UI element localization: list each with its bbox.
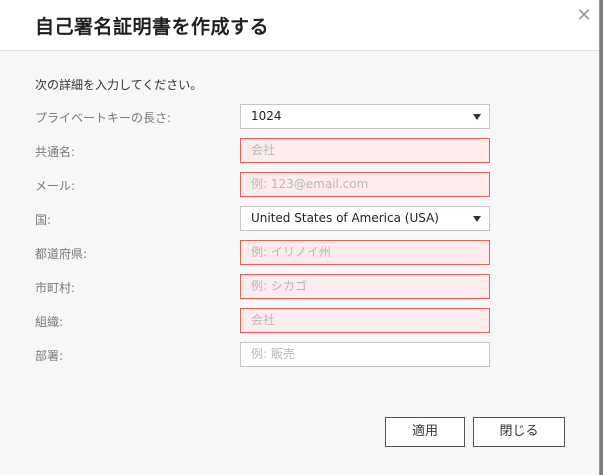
common-name-placeholder: 会社 bbox=[251, 143, 276, 157]
private-key-length-label: プライベートキーの長さ: bbox=[35, 111, 172, 125]
chevron-down-icon bbox=[473, 114, 481, 120]
organization-label: 組織: bbox=[35, 315, 64, 329]
email-input[interactable]: 例: 123@email.com bbox=[240, 172, 490, 197]
state-input[interactable]: 例: イリノイ州 bbox=[240, 240, 490, 265]
state-placeholder: 例: イリノイ州 bbox=[251, 245, 331, 259]
close-icon[interactable]: ✕ bbox=[574, 6, 594, 26]
email-label: メール: bbox=[35, 179, 76, 193]
chevron-down-icon bbox=[473, 216, 481, 222]
city-placeholder: 例: シカゴ bbox=[251, 279, 307, 293]
country-value: United States of America (USA) bbox=[251, 211, 439, 225]
city-input[interactable]: 例: シカゴ bbox=[240, 274, 490, 299]
state-label: 都道府県: bbox=[35, 247, 88, 261]
country-label: 国: bbox=[35, 213, 52, 227]
country-select[interactable]: United States of America (USA) bbox=[240, 206, 490, 231]
apply-button[interactable]: 適用 bbox=[385, 417, 465, 447]
common-name-label: 共通名: bbox=[35, 145, 76, 159]
department-placeholder: 例: 販売 bbox=[251, 347, 295, 361]
private-key-length-select[interactable]: 1024 bbox=[240, 104, 490, 129]
dialog-titlebar: 自己署名証明書を作成する ✕ bbox=[0, 0, 599, 51]
create-self-signed-certificate-dialog: 自己署名証明書を作成する ✕ 次の詳細を入力してください。 プライベートキーの長… bbox=[0, 0, 600, 475]
instruction-text: 次の詳細を入力してください。 bbox=[35, 78, 203, 92]
private-key-length-value: 1024 bbox=[251, 109, 282, 123]
department-label: 部署: bbox=[35, 349, 64, 363]
organization-input[interactable]: 会社 bbox=[240, 308, 490, 333]
dialog-title: 自己署名証明書を作成する bbox=[35, 16, 270, 38]
close-button[interactable]: 閉じる bbox=[473, 417, 565, 447]
email-placeholder: 例: 123@email.com bbox=[251, 177, 369, 191]
organization-placeholder: 会社 bbox=[251, 313, 276, 327]
city-label: 市町村: bbox=[35, 281, 76, 295]
department-input[interactable]: 例: 販売 bbox=[240, 342, 490, 367]
common-name-input[interactable]: 会社 bbox=[240, 138, 490, 163]
